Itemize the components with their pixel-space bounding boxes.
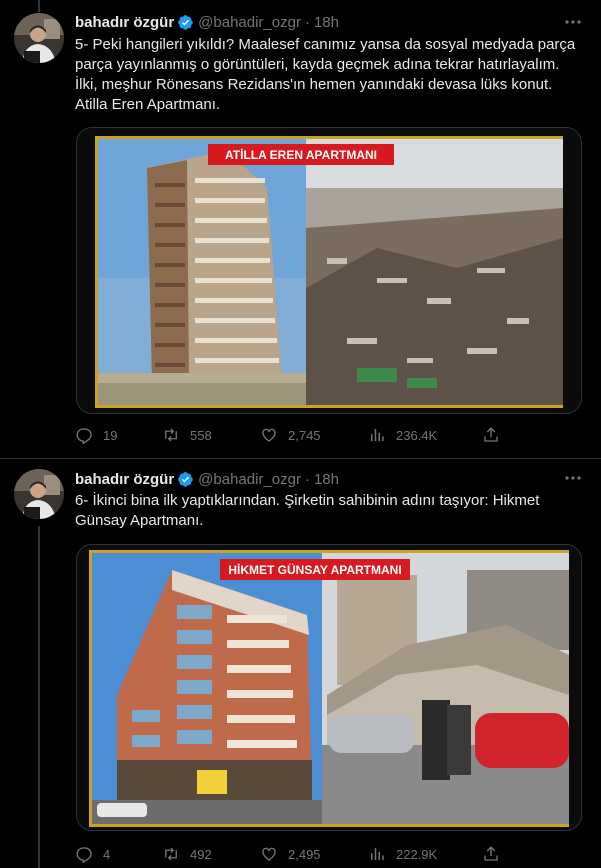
like-count: 2,745	[288, 427, 321, 443]
reply-button[interactable]: 19	[75, 426, 162, 444]
more-icon[interactable]	[563, 12, 583, 37]
reply-icon	[76, 847, 92, 863]
tweet-text: 6- İkinci bina ilk yaptıklarından. Şirke…	[75, 492, 540, 529]
like-count: 2,495	[288, 846, 321, 862]
avatar[interactable]	[14, 13, 64, 63]
share-button[interactable]	[482, 845, 510, 863]
author-handle[interactable]: @bahadir_ozgr	[198, 471, 301, 488]
views-button[interactable]: 222.9K	[368, 845, 482, 863]
like-button[interactable]: 2,495	[260, 845, 368, 863]
author-name[interactable]: bahadır özgür	[75, 14, 174, 31]
reply-button[interactable]: 4	[75, 845, 162, 863]
share-button[interactable]	[482, 426, 510, 444]
verified-badge-icon	[178, 14, 193, 30]
retweet-icon	[165, 847, 177, 861]
retweet-button[interactable]: 492	[162, 845, 260, 863]
avatar[interactable]	[14, 469, 64, 519]
image-banner-text: ATİLLA EREN APARTMANI	[225, 147, 377, 162]
like-icon	[262, 847, 276, 861]
tweet-1[interactable]: bahadır özgür @bahadir_ozgr · 18h 5- Pek…	[0, 0, 601, 458]
tweet-image[interactable]: ATİLLA EREN APARTMANI	[76, 127, 582, 414]
views-icon	[371, 429, 384, 441]
like-button[interactable]: 2,745	[260, 426, 368, 444]
retweet-icon	[165, 428, 177, 442]
author-handle[interactable]: @bahadir_ozgr	[198, 14, 301, 31]
reply-count: 19	[103, 427, 118, 443]
views-count: 222.9K	[396, 846, 438, 862]
tweet-header: bahadır özgür @bahadir_ozgr · 18h	[75, 11, 339, 33]
tweet-header: bahadır özgür @bahadir_ozgr · 18h	[75, 468, 339, 490]
separator-dot: ·	[304, 470, 310, 488]
more-icon[interactable]	[563, 468, 583, 493]
timestamp[interactable]: 18h	[314, 14, 339, 31]
retweet-button[interactable]: 558	[162, 426, 260, 444]
timestamp[interactable]: 18h	[314, 471, 339, 488]
reply-icon	[76, 428, 92, 444]
action-bar: 4 492 2,495 222.9K	[75, 844, 580, 864]
views-icon	[371, 848, 384, 860]
views-button[interactable]: 236.4K	[368, 426, 482, 444]
verified-badge-icon	[178, 471, 193, 487]
share-icon	[484, 427, 498, 442]
separator-dot: ·	[304, 13, 310, 31]
author-name[interactable]: bahadır özgür	[75, 471, 174, 488]
retweet-count: 492	[190, 846, 212, 862]
tweet-image[interactable]: HİKMET GÜNSAY APARTMANI	[76, 544, 582, 831]
image-banner-text: HİKMET GÜNSAY APARTMANI	[228, 562, 401, 577]
share-icon	[484, 846, 498, 861]
tweet-text: 5- Peki hangileri yıkıldı? Maalesef canı…	[75, 36, 576, 113]
reply-count: 4	[103, 846, 111, 862]
tweet-2[interactable]: bahadır özgür @bahadir_ozgr · 18h 6- İki…	[0, 459, 601, 868]
retweet-count: 558	[190, 427, 212, 443]
views-count: 236.4K	[396, 427, 438, 443]
action-bar: 19 558 2,745 236.4K	[75, 425, 580, 445]
like-icon	[262, 428, 276, 442]
